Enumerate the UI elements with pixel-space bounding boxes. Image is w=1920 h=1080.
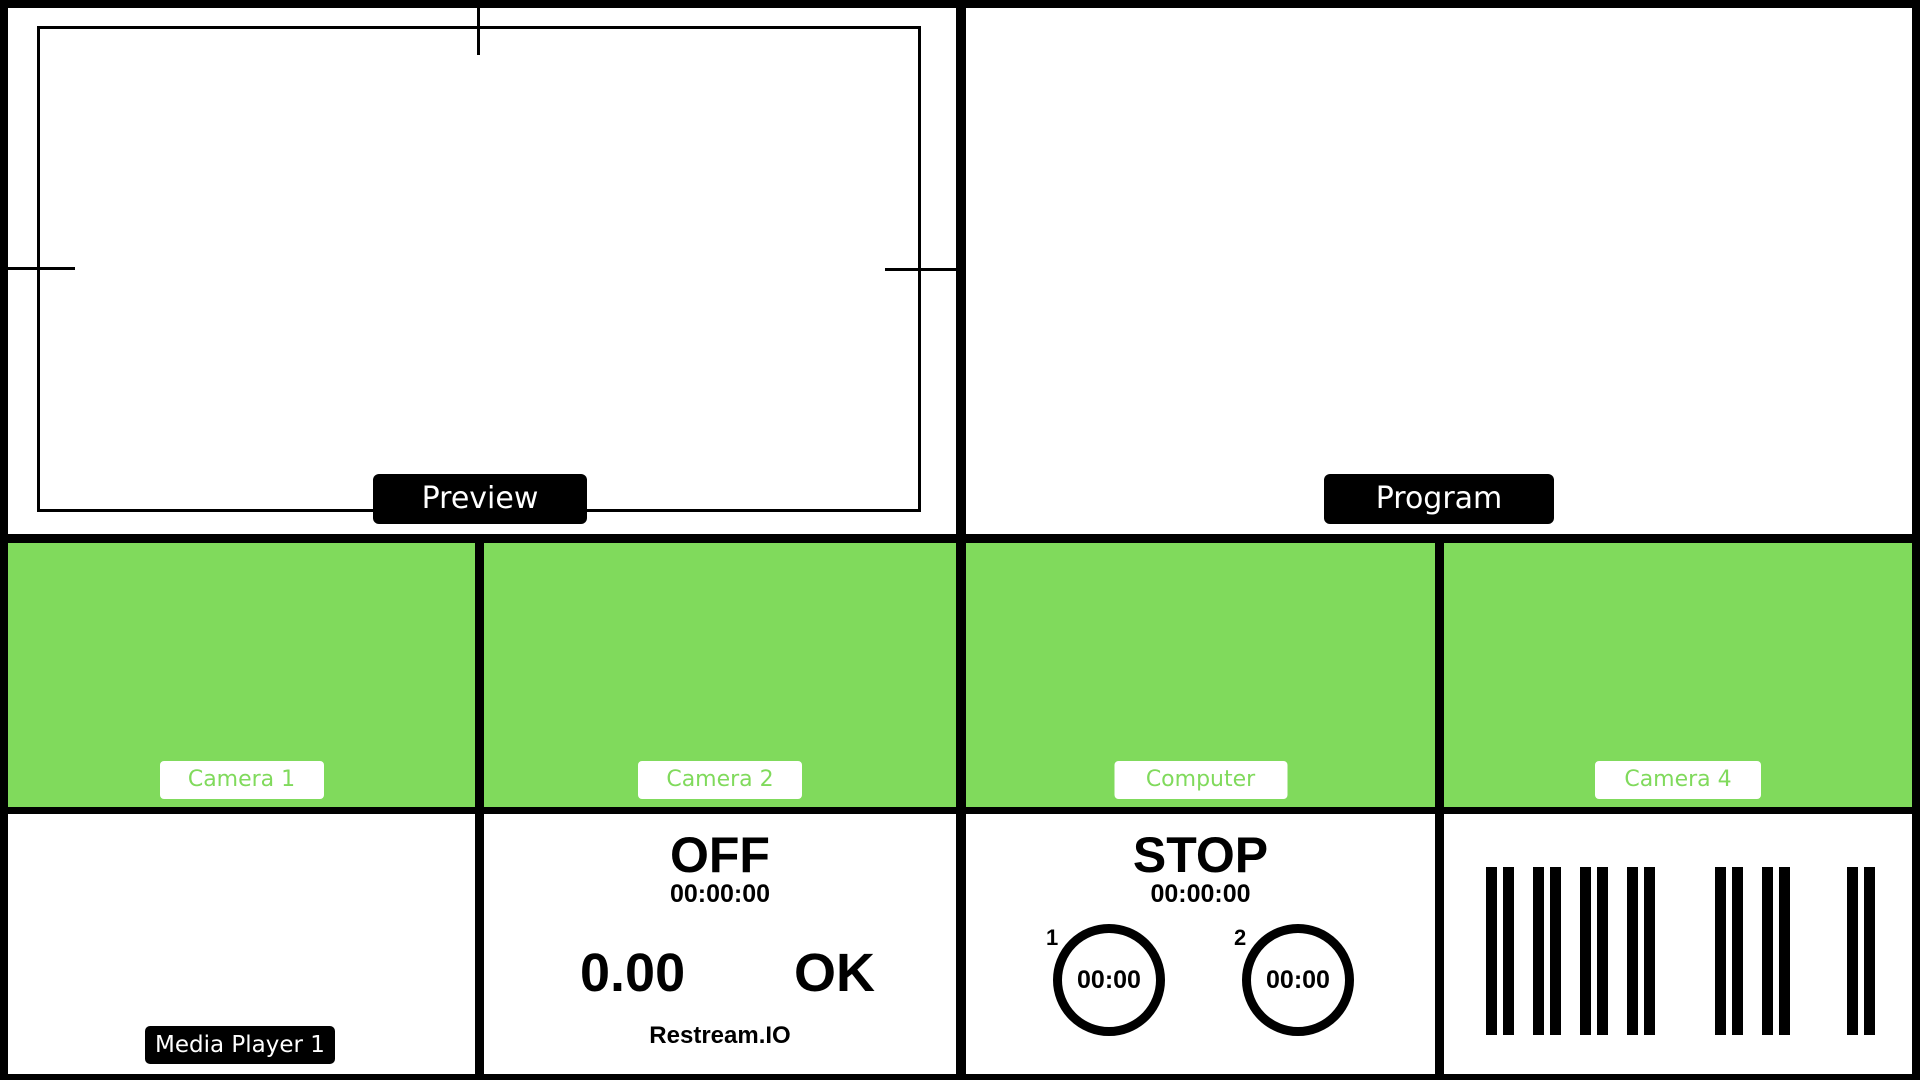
meter-bar-1b — [1503, 867, 1514, 1035]
stream-health: OK — [794, 943, 875, 1003]
camera-4-source[interactable]: Camera 4 — [1444, 543, 1912, 807]
meter-bar-4b — [1644, 867, 1655, 1035]
meter-bar-3b — [1597, 867, 1608, 1035]
meter-bar-1a — [1486, 867, 1497, 1035]
stream-status: OFF — [670, 827, 770, 883]
meter-bar-2b — [1550, 867, 1561, 1035]
stream-time: 00:00:00 — [669, 880, 771, 908]
meter-bar-7a — [1847, 867, 1858, 1035]
meter-bar-3a — [1580, 867, 1591, 1035]
crosshair-top-tick — [477, 8, 480, 55]
preview-label: Preview — [373, 474, 587, 524]
recording-status: STOP — [1132, 827, 1269, 883]
crosshair-left-tick — [8, 267, 75, 270]
program-label: Program — [1324, 474, 1554, 524]
camera-1-source[interactable]: Camera 1 — [8, 543, 475, 807]
media-player-panel[interactable]: Media Player 1 — [8, 814, 475, 1074]
camera-4-label: Camera 4 — [1595, 761, 1761, 799]
camera-1-label: Camera 1 — [159, 761, 324, 799]
camera-2-source[interactable]: Camera 2 — [484, 543, 956, 807]
timer-1-display[interactable]: 00:00 — [1053, 924, 1165, 1036]
audio-meter-panel — [1444, 814, 1912, 1074]
timer-1-number: 1 — [1046, 925, 1059, 950]
stream-status-panel[interactable]: OFF 00:00:00 0.00 OK Restream.IO — [484, 814, 956, 1074]
timer-2-number: 2 — [1234, 925, 1247, 950]
program-monitor[interactable]: Program — [966, 8, 1912, 534]
meter-bar-2a — [1533, 867, 1544, 1035]
meter-bar-5a — [1715, 867, 1726, 1035]
stream-service: Restream.IO — [649, 1022, 791, 1049]
meter-bar-7b — [1864, 867, 1875, 1035]
meter-bar-5b — [1732, 867, 1743, 1035]
meter-bar-4a — [1627, 867, 1638, 1035]
camera-2-label: Camera 2 — [638, 761, 802, 799]
recording-time: 00:00:00 — [1150, 880, 1251, 908]
meter-bar-6a — [1762, 867, 1773, 1035]
computer-label: Computer — [1114, 761, 1287, 799]
preview-monitor[interactable]: Preview — [8, 8, 956, 534]
timer-2-display[interactable]: 00:00 — [1242, 924, 1354, 1036]
computer-source[interactable]: Computer — [966, 543, 1435, 807]
stream-bitrate: 0.00 — [580, 943, 686, 1003]
recording-status-panel[interactable]: STOP 00:00:00 1 00:00 2 00:00 — [966, 814, 1435, 1074]
crosshair-right-tick — [885, 268, 956, 271]
safe-area-frame — [37, 26, 921, 512]
meter-bar-6b — [1779, 867, 1790, 1035]
media-player-label: Media Player 1 — [145, 1026, 335, 1064]
